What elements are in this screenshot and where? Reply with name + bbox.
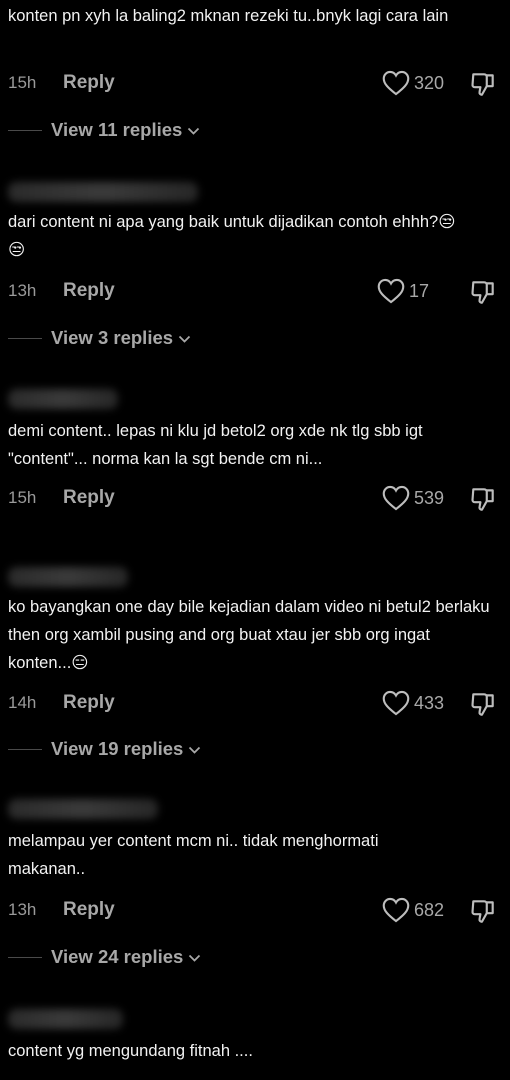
replies-divider [8, 337, 42, 339]
dislike-icon[interactable] [470, 897, 496, 925]
comment-meta-row: 14h Reply 433 [8, 688, 496, 718]
reply-button[interactable]: Reply [63, 72, 115, 94]
heart-icon [377, 278, 405, 304]
comment-meta-row: 13h Reply 682 [8, 895, 496, 925]
like-button[interactable]: 539 [382, 485, 444, 511]
like-button[interactable]: 682 [382, 897, 444, 923]
username-blurred[interactable] [8, 389, 118, 409]
view-replies-button[interactable]: View 3 replies [8, 325, 191, 351]
comment-timestamp: 15h [8, 488, 37, 507]
view-replies-label: View 24 replies [51, 946, 184, 967]
comment-text: demi content.. lepas ni klu jd betol2 or… [8, 422, 428, 468]
like-count: 682 [413, 899, 444, 920]
comment-text: melampau yer content mcm ni.. tidak meng… [8, 832, 384, 878]
view-replies-button[interactable]: View 24 replies [8, 944, 201, 970]
chevron-down-icon [178, 335, 191, 343]
chevron-down-icon [188, 127, 200, 135]
comment-text: dari content ni apa yang baik untuk dija… [8, 213, 456, 259]
reply-button[interactable]: Reply [63, 280, 115, 302]
view-replies-label: View 11 replies [51, 119, 183, 140]
comment-meta-row: 15h Reply 320 [8, 68, 496, 98]
dislike-icon[interactable] [470, 70, 496, 98]
username-blurred[interactable] [8, 567, 128, 587]
like-count: 539 [413, 487, 444, 508]
like-button[interactable]: 433 [382, 690, 444, 716]
view-replies-label: View 3 replies [51, 327, 174, 348]
comment-text: konten pn xyh la baling2 mknan rezeki tu… [8, 7, 449, 25]
reply-button[interactable]: Reply [63, 899, 115, 921]
heart-icon [382, 485, 410, 511]
like-count: 320 [413, 72, 444, 93]
reply-button[interactable]: Reply [63, 487, 115, 509]
replies-divider [8, 129, 42, 131]
dislike-icon[interactable] [470, 690, 496, 718]
chevron-down-icon [189, 954, 201, 962]
heart-icon [382, 70, 410, 96]
view-replies-button[interactable]: View 19 replies [8, 736, 201, 762]
reply-button[interactable]: Reply [63, 692, 115, 714]
comment-timestamp: 13h [8, 281, 37, 300]
view-replies-label: View 19 replies [51, 738, 184, 759]
comment-text: content yg mengundang fitnah .... [8, 1042, 253, 1060]
username-blurred[interactable] [8, 182, 198, 202]
heart-icon [382, 897, 410, 923]
dislike-icon[interactable] [470, 278, 496, 306]
like-button[interactable]: 17 [377, 278, 444, 304]
username-blurred[interactable] [8, 799, 158, 819]
dislike-icon[interactable] [470, 485, 496, 513]
like-count: 17 [409, 280, 430, 301]
heart-icon [382, 690, 410, 716]
like-button[interactable]: 320 [382, 70, 444, 96]
comment-meta-row: 13h Reply 17 [8, 276, 496, 306]
replies-divider [8, 956, 42, 958]
comment-timestamp: 13h [8, 900, 37, 919]
replies-divider [8, 748, 42, 750]
comment-timestamp: 15h [8, 73, 37, 92]
comment-timestamp: 14h [8, 693, 37, 712]
view-replies-button[interactable]: View 11 replies [8, 117, 200, 143]
comment-meta-row: 15h Reply 539 [8, 483, 496, 513]
like-count: 433 [413, 692, 444, 713]
username-blurred[interactable] [8, 1009, 123, 1029]
comment-text: ko bayangkan one day bile kejadian dalam… [8, 598, 495, 672]
chevron-down-icon [189, 746, 201, 754]
